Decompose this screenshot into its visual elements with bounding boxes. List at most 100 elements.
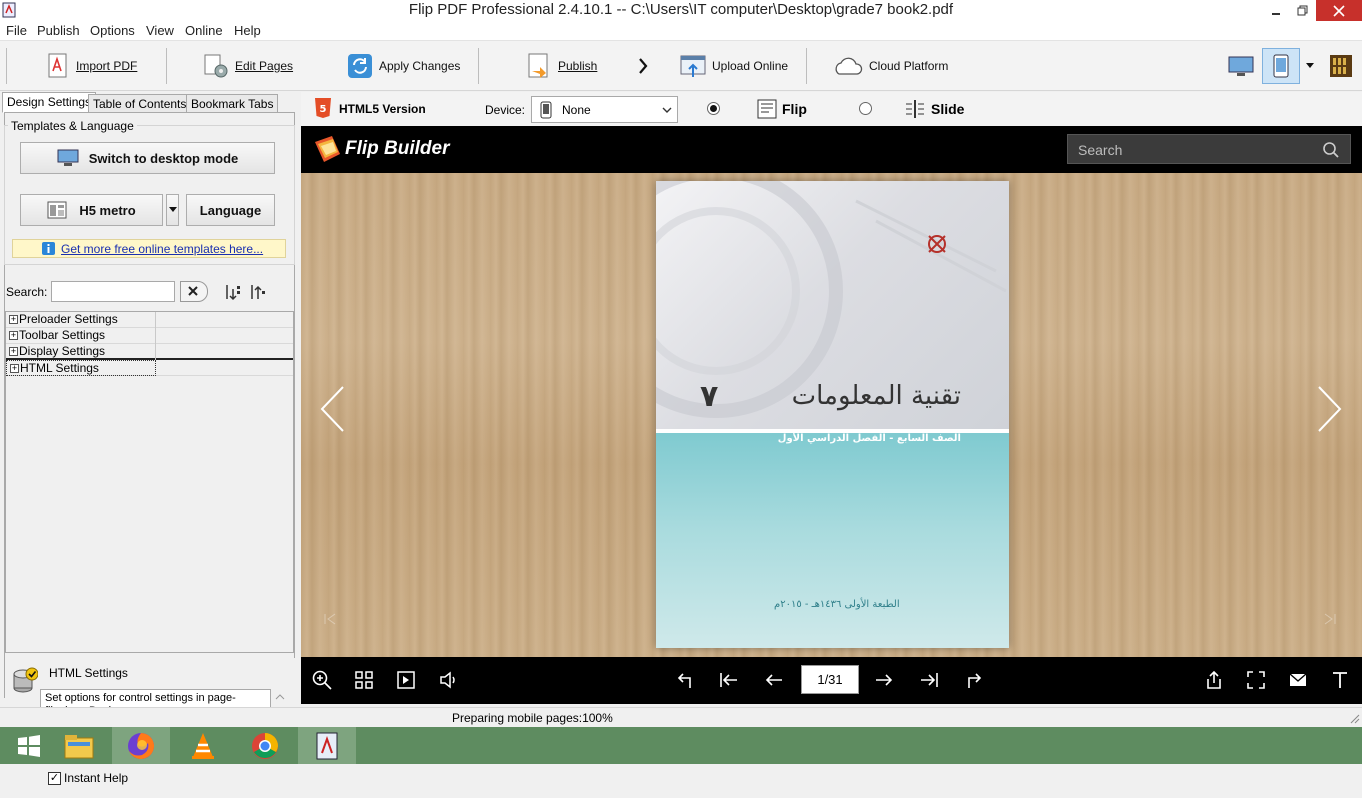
taskbar-file-explorer[interactable] [50,727,108,764]
tab-design-settings[interactable]: Design Settings [2,92,97,113]
viewer-search-input[interactable]: Search [1067,134,1351,164]
cloud-platform-label: Cloud Platform [869,59,949,73]
email-button[interactable] [1287,669,1309,691]
publish-next-arrow[interactable] [638,41,648,91]
template-selector-button[interactable]: H5 metro [20,194,163,226]
maximize-button[interactable] [1290,0,1314,21]
settings-search-input[interactable] [51,281,175,302]
book-cover-page[interactable]: ٧ تقنية المعلومات الصف السابع - الفصل ال… [656,181,1009,648]
windows-taskbar [0,727,1362,764]
expand-plus-icon[interactable]: + [9,347,18,356]
chevron-left-icon [320,386,344,432]
slide-mode-label[interactable]: Slide [931,101,964,117]
tree-item-toolbar[interactable]: + Toolbar Settings [6,328,293,344]
cover-bottom-area [656,433,1009,648]
turn-forward-button[interactable] [963,669,985,691]
first-page-corner-icon[interactable] [323,613,337,625]
flip-builder-logo-icon [312,134,344,164]
import-pdf-icon [48,53,67,78]
menu-help[interactable]: Help [234,23,261,38]
expand-all-button[interactable] [224,283,242,301]
flip-mode-radio[interactable] [707,102,720,115]
resize-grip-icon[interactable] [1350,714,1360,724]
last-page-button[interactable] [918,669,940,691]
chevron-down-icon [662,107,672,113]
collapse-all-button[interactable] [249,283,267,301]
taskbar-firefox[interactable] [112,727,170,764]
zoom-in-button[interactable] [311,669,333,691]
fullscreen-button[interactable] [1245,669,1267,691]
more-templates-link[interactable]: Get more free online templates here... [12,239,286,258]
taskbar-flip-pdf[interactable] [298,727,356,764]
import-pdf-button[interactable]: Import PDF [46,41,137,91]
tab-bookmark-tabs[interactable]: Bookmark Tabs [186,94,279,113]
flip-mode-label[interactable]: Flip [782,101,807,117]
publish-icon [528,53,548,78]
flip-builder-brand: Flip Builder [345,138,450,159]
template-icon [47,201,67,219]
import-pdf-label: Import PDF [76,59,138,73]
cloud-icon [835,57,863,75]
undo-arrow-icon [677,673,691,688]
bookshelf-icon [1330,55,1352,77]
device-select[interactable]: None [531,96,678,123]
expand-plus-icon[interactable]: + [9,315,18,324]
search-icon[interactable] [1322,141,1340,159]
menu-online[interactable]: Online [185,23,223,38]
next-page-button[interactable] [873,669,895,691]
tree-item-preloader[interactable]: + Preloader Settings [6,312,293,328]
expand-plus-icon[interactable]: + [10,364,19,373]
clear-search-button[interactable] [180,281,208,302]
thumbnails-button[interactable] [353,669,375,691]
tree-item-display[interactable]: + Display Settings [6,344,293,360]
minimize-button[interactable] [1264,0,1288,21]
desktop-view-button[interactable] [1228,41,1254,91]
upload-online-label: Upload Online [712,59,789,73]
expand-plus-icon[interactable]: + [9,331,18,340]
upload-online-button[interactable]: Upload Online [680,41,788,91]
first-page-button[interactable] [718,669,740,691]
more-templates-text: Get more free online templates here... [61,241,264,256]
close-button[interactable] [1316,0,1362,21]
menu-publish[interactable]: Publish [37,23,80,38]
menu-options[interactable]: Options [90,23,135,38]
publish-button[interactable]: Publish [526,41,597,91]
mobile-view-button[interactable] [1262,48,1300,84]
slide-mode-radio[interactable] [859,102,872,115]
share-button[interactable] [1203,669,1225,691]
first-page-icon [720,673,737,687]
checkbox-checked-icon[interactable]: ✓ [48,771,61,785]
switch-desktop-mode-button[interactable]: Switch to desktop mode [20,142,275,174]
edit-pages-button[interactable]: Edit Pages [203,41,293,91]
turn-back-button[interactable] [674,669,696,691]
publish-label: Publish [558,59,598,73]
text-button[interactable] [1329,669,1351,691]
menu-view[interactable]: View [146,23,174,38]
flipbook-viewer: Flip Builder Search ٧ تقنية المعلومات ال… [301,126,1362,704]
sound-button[interactable] [437,669,459,691]
menu-file[interactable]: File [6,23,27,38]
cloud-platform-button[interactable]: Cloud Platform [831,41,948,91]
bookshelf-button[interactable] [1329,41,1353,91]
taskbar-vlc[interactable] [174,727,232,764]
template-dropdown[interactable] [166,194,179,226]
firefox-icon [128,732,154,759]
search-label: Search: [6,285,48,299]
next-page-arrow[interactable] [1317,385,1343,433]
previous-page-arrow[interactable] [319,385,345,433]
previous-page-button[interactable] [763,669,785,691]
language-button[interactable]: Language [186,194,275,226]
cover-edition: الطبعة الأولى ١٤٣٦هـ - ٢٠١٥م [774,599,900,610]
window-title: Flip PDF Professional 2.4.10.1 -- C:\Use… [408,1,954,18]
instant-help-toggle[interactable]: ✓ Instant Help [48,771,128,785]
page-number-input[interactable]: 1/31 [801,665,859,694]
tree-item-html[interactable]: + HTML Settings [6,360,293,376]
view-dropdown[interactable] [1305,41,1315,91]
caret-down-icon [1306,63,1314,68]
apply-changes-button[interactable]: Apply Changes [347,41,460,91]
last-page-corner-icon[interactable] [1323,613,1337,625]
autoplay-button[interactable] [395,669,417,691]
html5-icon: 5 [314,97,332,119]
tab-table-of-contents[interactable]: Table of Contents [88,94,192,113]
taskbar-chrome[interactable] [236,727,294,764]
